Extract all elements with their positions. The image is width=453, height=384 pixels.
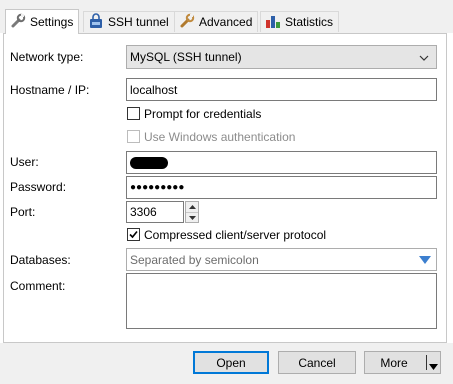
hostname-input[interactable]: localhost: [126, 78, 437, 101]
port-label: Port:: [10, 205, 36, 219]
tab-settings[interactable]: Settings: [5, 9, 80, 34]
user-input[interactable]: [126, 151, 437, 174]
split-divider: [426, 355, 427, 370]
bar-chart-icon: [265, 13, 285, 32]
open-button[interactable]: Open: [193, 351, 269, 374]
chevron-down-icon: [419, 50, 429, 64]
hostname-label: Hostname / IP:: [10, 83, 90, 97]
prompt-credentials-label: Prompt for credentials: [144, 107, 262, 121]
checkmark-icon: [129, 230, 138, 239]
databases-placeholder: Separated by semicolon: [130, 252, 259, 267]
dropdown-arrow-icon[interactable]: [419, 253, 431, 267]
arrow-up-icon: [188, 205, 196, 209]
password-value: ●●●●●●●●●: [130, 182, 185, 193]
open-button-label: Open: [216, 355, 246, 370]
port-increment-button[interactable]: [186, 202, 198, 213]
databases-input[interactable]: Separated by semicolon: [126, 248, 437, 271]
cancel-button[interactable]: Cancel: [278, 351, 356, 374]
tab-ssh-tunnel-label: SSH tunnel: [108, 15, 169, 29]
ssh-tunnel-icon: [88, 12, 108, 32]
cancel-button-label: Cancel: [298, 355, 336, 370]
port-input[interactable]: 3306: [126, 201, 184, 223]
tab-ssh-tunnel[interactable]: SSH tunnel: [83, 11, 175, 32]
user-label: User:: [10, 155, 39, 169]
windows-auth-label: Use Windows authentication: [144, 130, 296, 144]
tab-settings-label: Settings: [30, 15, 74, 29]
hostname-value: localhost: [130, 82, 178, 97]
port-decrement-button[interactable]: [186, 213, 198, 223]
password-label: Password:: [10, 180, 67, 194]
databases-label: Databases:: [10, 253, 71, 267]
redacted-username: [130, 156, 168, 169]
port-stepper: [185, 201, 199, 223]
compressed-protocol-label: Compressed client/server protocol: [144, 228, 327, 242]
comment-textarea[interactable]: [126, 273, 437, 329]
wrench-icon: [10, 13, 30, 32]
prompt-credentials-checkbox[interactable]: [127, 107, 140, 120]
more-button[interactable]: More: [364, 351, 441, 374]
tab-advanced[interactable]: Advanced: [174, 11, 259, 32]
comment-label: Comment:: [10, 279, 66, 293]
network-type-select[interactable]: MySQL (SSH tunnel): [126, 45, 437, 69]
arrow-down-icon: [188, 216, 196, 220]
compressed-protocol-checkbox[interactable]: [127, 228, 140, 241]
tab-statistics[interactable]: Statistics: [260, 11, 340, 32]
tab-advanced-label: Advanced: [199, 15, 253, 29]
network-type-value: MySQL (SSH tunnel): [130, 50, 242, 64]
caret-down-icon[interactable]: [429, 359, 438, 373]
more-button-label: More: [380, 355, 408, 370]
wrench-icon: [179, 13, 199, 32]
tab-statistics-label: Statistics: [285, 15, 334, 29]
windows-auth-checkbox[interactable]: [127, 130, 140, 143]
network-type-label: Network type:: [10, 50, 84, 64]
password-input[interactable]: ●●●●●●●●●: [126, 176, 437, 199]
port-value: 3306: [130, 205, 157, 219]
